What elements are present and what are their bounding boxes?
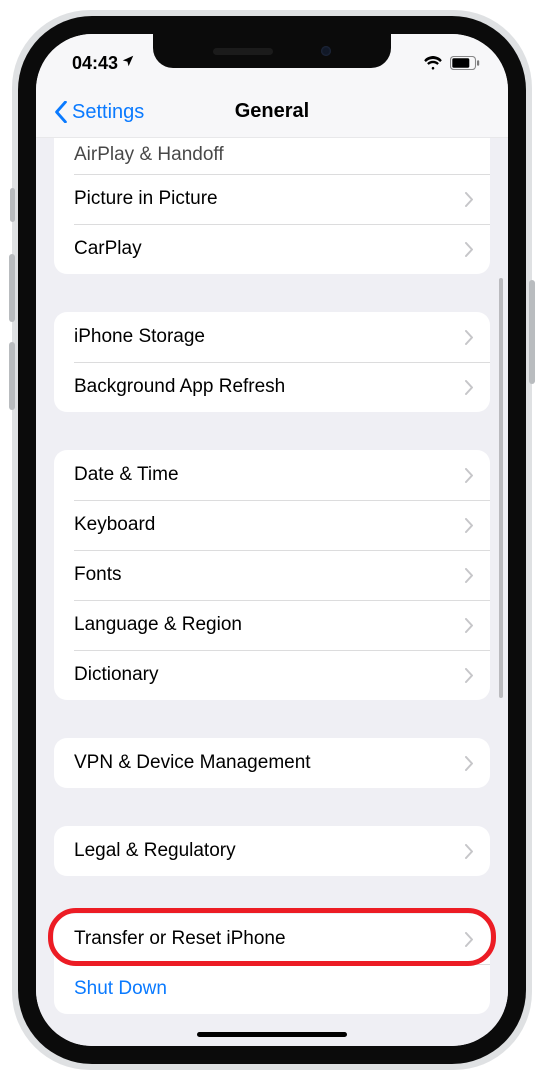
chevron-right-icon — [465, 518, 474, 533]
row-legal-regulatory[interactable]: Legal & Regulatory — [54, 826, 490, 876]
screen: 04:43 — [36, 34, 508, 1046]
page-title: General — [235, 100, 309, 123]
earpiece — [213, 48, 273, 55]
device-frame: 04:43 — [12, 10, 532, 1070]
row-shut-down[interactable]: Shut Down — [54, 964, 490, 1014]
chevron-right-icon — [465, 568, 474, 583]
device-bezel: 04:43 — [18, 16, 526, 1064]
row-label: Keyboard — [74, 514, 465, 536]
status-time: 04:43 — [72, 53, 118, 74]
row-label: Dictionary — [74, 664, 465, 686]
power-button — [529, 280, 535, 384]
chevron-right-icon — [465, 330, 474, 345]
settings-group-media: AirPlay & Handoff Picture in Picture Car… — [54, 138, 490, 274]
location-arrow-icon — [121, 52, 135, 73]
chevron-right-icon — [465, 618, 474, 633]
row-label: Fonts — [74, 564, 465, 586]
chevron-right-icon — [465, 242, 474, 257]
row-fonts[interactable]: Fonts — [54, 550, 490, 600]
chevron-right-icon — [465, 756, 474, 771]
row-label: Background App Refresh — [74, 376, 465, 398]
settings-group-locale: Date & Time Keyboard Fonts Language & Re… — [54, 450, 490, 700]
row-iphone-storage[interactable]: iPhone Storage — [54, 312, 490, 362]
row-vpn-device-management[interactable]: VPN & Device Management — [54, 738, 490, 788]
row-label: Picture in Picture — [74, 188, 465, 210]
settings-group-reset: Transfer or Reset iPhone Shut Down — [54, 914, 490, 1014]
wifi-icon — [423, 56, 443, 70]
back-button[interactable]: Settings — [54, 86, 144, 138]
row-dictionary[interactable]: Dictionary — [54, 650, 490, 700]
row-label: CarPlay — [74, 238, 465, 260]
row-label: Transfer or Reset iPhone — [74, 928, 465, 950]
row-label: Legal & Regulatory — [74, 840, 465, 862]
chevron-right-icon — [465, 932, 474, 947]
settings-group-legal: Legal & Regulatory — [54, 826, 490, 876]
chevron-right-icon — [465, 468, 474, 483]
status-right — [423, 56, 480, 70]
chevron-right-icon — [465, 844, 474, 859]
chevron-right-icon — [465, 668, 474, 683]
volume-up-button — [9, 254, 15, 322]
row-airplay-handoff[interactable]: AirPlay & Handoff — [54, 138, 490, 174]
volume-down-button — [9, 342, 15, 410]
home-indicator[interactable] — [197, 1032, 347, 1037]
chevron-left-icon — [54, 101, 68, 123]
settings-group-storage: iPhone Storage Background App Refresh — [54, 312, 490, 412]
battery-icon — [450, 56, 480, 70]
content-scroll[interactable]: AirPlay & Handoff Picture in Picture Car… — [36, 138, 508, 1046]
row-picture-in-picture[interactable]: Picture in Picture — [54, 174, 490, 224]
row-transfer-or-reset-iphone[interactable]: Transfer or Reset iPhone — [54, 914, 490, 964]
status-left: 04:43 — [72, 53, 135, 74]
scrollbar[interactable] — [499, 278, 503, 698]
row-background-app-refresh[interactable]: Background App Refresh — [54, 362, 490, 412]
row-label: Date & Time — [74, 464, 465, 486]
row-language-region[interactable]: Language & Region — [54, 600, 490, 650]
settings-group-vpn: VPN & Device Management — [54, 738, 490, 788]
navigation-bar: Settings General — [36, 86, 508, 138]
chevron-right-icon — [465, 192, 474, 207]
row-label: AirPlay & Handoff — [74, 144, 474, 166]
notch — [153, 34, 391, 68]
row-label: Language & Region — [74, 614, 465, 636]
row-keyboard[interactable]: Keyboard — [54, 500, 490, 550]
front-camera — [321, 46, 331, 56]
row-date-time[interactable]: Date & Time — [54, 450, 490, 500]
row-label: Shut Down — [74, 978, 474, 1000]
chevron-right-icon — [465, 380, 474, 395]
row-label: VPN & Device Management — [74, 752, 465, 774]
row-label: iPhone Storage — [74, 326, 465, 348]
row-carplay[interactable]: CarPlay — [54, 224, 490, 274]
mute-switch — [10, 188, 15, 222]
back-label: Settings — [72, 101, 144, 124]
